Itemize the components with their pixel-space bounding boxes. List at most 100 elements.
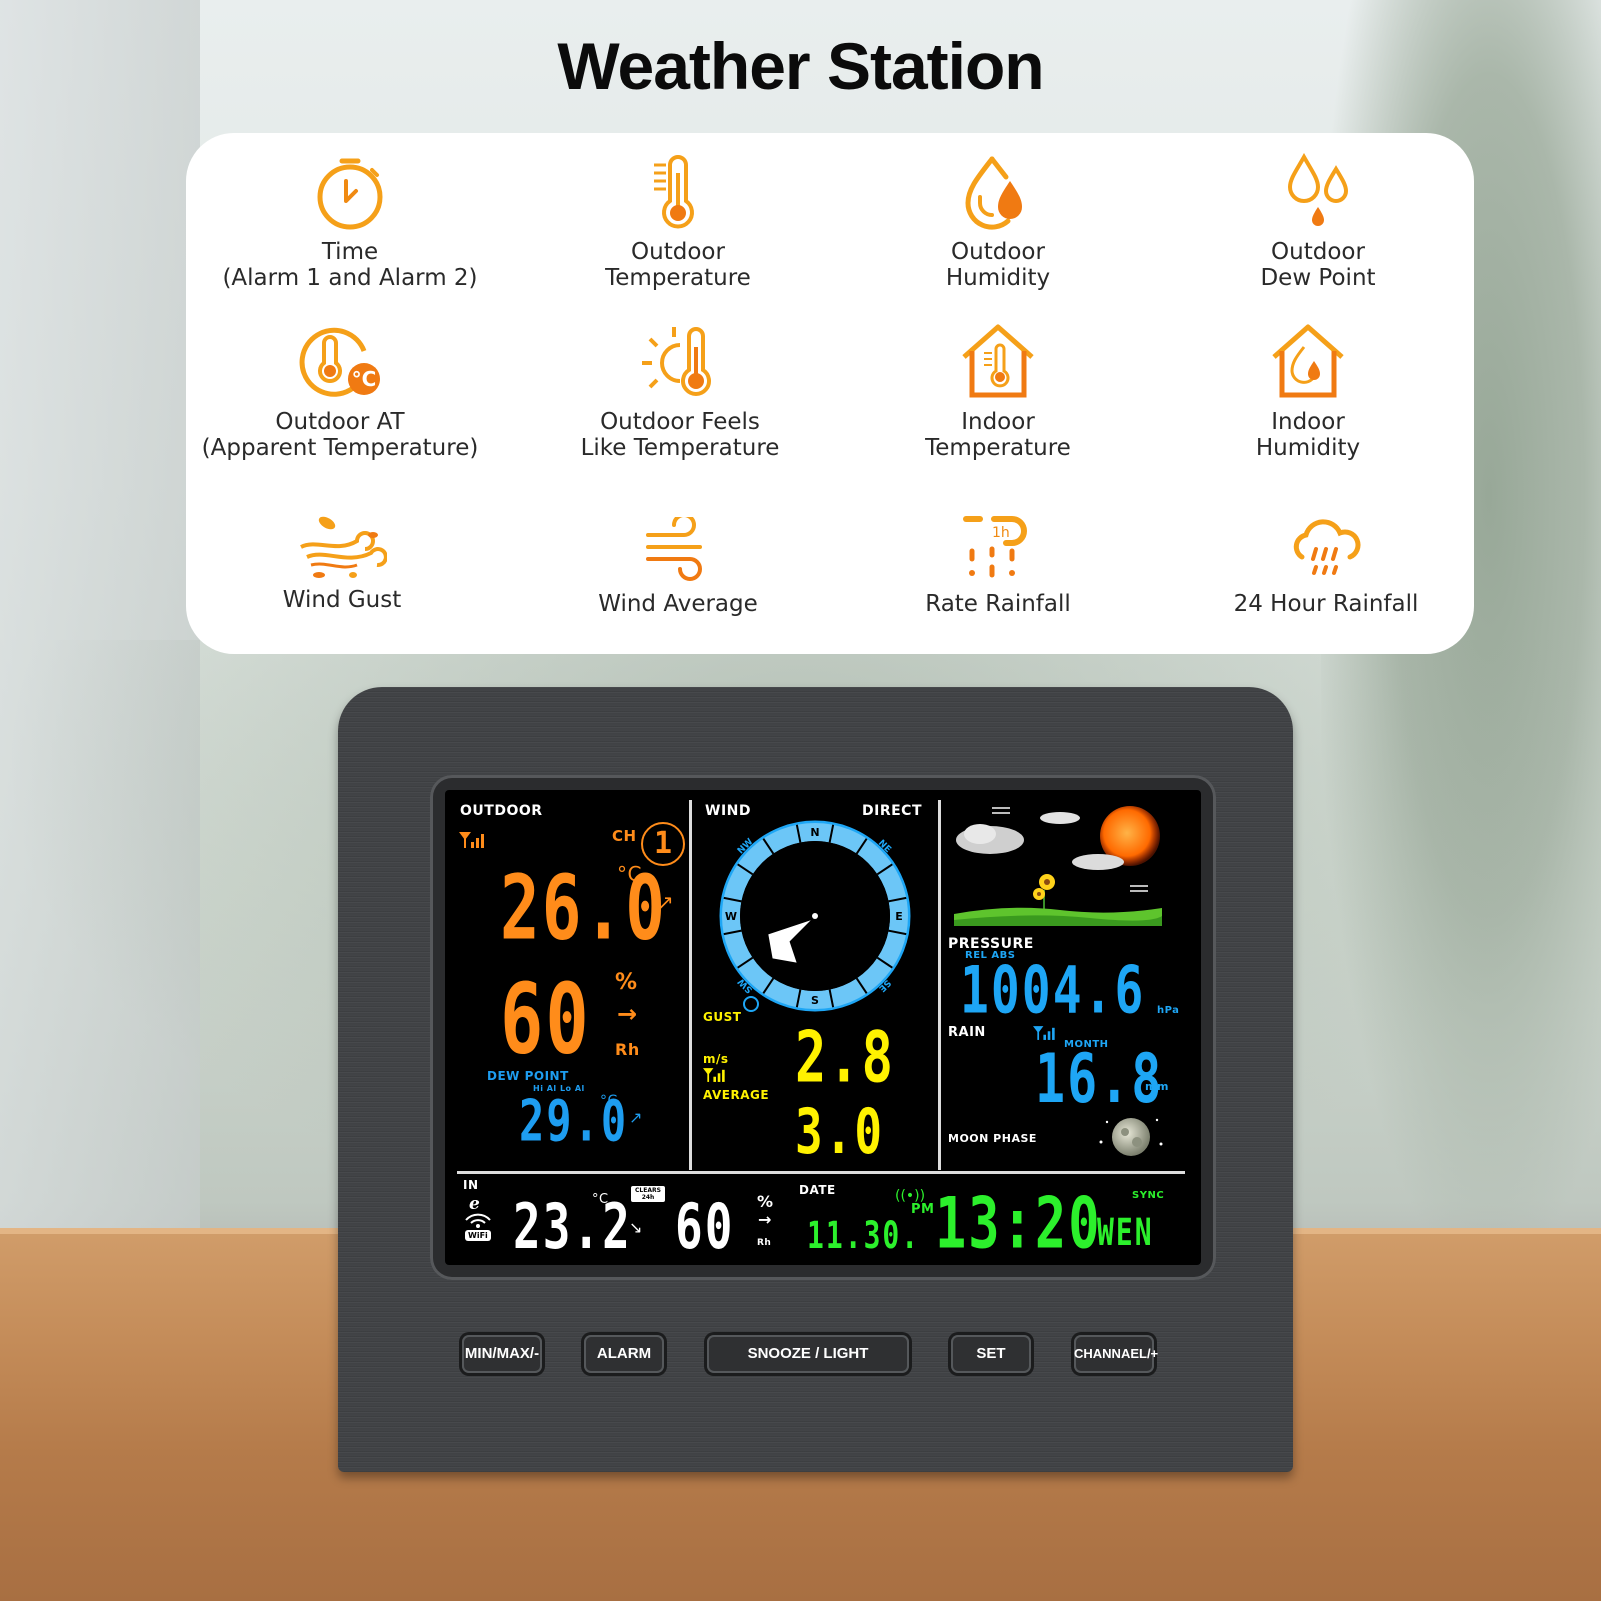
signal-icon [1033,1026,1055,1040]
feature-rate-rainfall: 1h Rate Rainfall [838,513,1158,617]
trend-down-icon: ↘ [629,1218,643,1237]
feature-time: Time (Alarm 1 and Alarm 2) [190,153,510,291]
svg-text:1h: 1h [992,525,1010,541]
channel-button[interactable]: CHANNAEL/+ [1074,1335,1158,1373]
wind-label: WIND [705,803,751,819]
trend-up-icon: ↗ [629,1108,643,1127]
trend-steady-icon: → [617,1000,638,1028]
feature-label: Dew Point [1260,265,1376,291]
moon-phase-label: MOON PHASE [948,1132,1037,1145]
indoor-temperature: 23.2 [513,1190,632,1263]
minmax-button[interactable]: MIN/MAX/- [462,1335,542,1373]
feature-label: Outdoor AT [275,409,405,435]
date-label: DATE [799,1183,836,1197]
feature-feels-like: Outdoor Feels Like Temperature [520,323,840,461]
signal-icon [703,1068,725,1082]
outdoor-label: OUTDOOR [460,803,543,819]
feature-label: Temperature [925,435,1071,461]
indoor-humidity: 60 [675,1190,735,1263]
divider [689,800,692,1170]
feature-panel: Time (Alarm 1 and Alarm 2) Outdoor Tempe… [186,133,1474,654]
sunny-cloudy-icon [954,806,1162,926]
rain-label: RAIN [948,1025,986,1040]
trend-up-icon: ↗ [657,890,674,914]
indoor-humidity-unit: % [757,1192,774,1211]
temp-unit: °C [617,862,642,886]
feature-label: (Alarm 1 and Alarm 2) [222,265,478,291]
compass-label-s: S [811,994,819,1007]
feature-24h-rainfall: 24 Hour Rainfall [1166,513,1486,617]
rain-cloud-icon [1293,519,1361,575]
lcd-screen: OUTDOOR CH 1 26.0 °C ↗ 60 % → Rh DEW POI… [445,790,1201,1265]
feature-outdoor-temperature: Outdoor Temperature [518,153,838,291]
wind-icon [646,517,702,581]
internet-icon: e [469,1194,480,1214]
feature-label: Wind Gust [282,587,402,613]
dew-point-label: DEW POINT [487,1069,569,1083]
screen-bezel: OUTDOOR CH 1 26.0 °C ↗ 60 % → Rh DEW POI… [430,775,1216,1280]
feature-label: Indoor [961,409,1035,435]
humidity-suffix: Rh [615,1040,640,1059]
date-value: 11.30. [807,1213,921,1258]
feature-outdoor-dew-point: Outdoor Dew Point [1158,153,1478,291]
svg-text:°C: °C [352,367,377,391]
feature-indoor-temperature: Indoor Temperature [838,323,1158,461]
wind-leaves-icon [300,516,387,578]
house-drop-icon [1272,324,1344,398]
feature-label: Rate Rainfall [925,591,1071,617]
snooze-light-button[interactable]: SNOOZE / LIGHT [707,1335,909,1373]
feature-label: Time [321,239,379,265]
wind-average-value: 3.0 [795,1095,885,1168]
wind-direction-label: DIRECT [862,803,922,819]
trend-steady-icon: → [758,1210,772,1229]
dew-unit: °C [600,1093,618,1109]
wifi-badge: WiFi [465,1230,491,1241]
feature-label: (Apparent Temperature) [201,435,479,461]
house-thermometer-icon [962,324,1034,398]
feature-label: Outdoor [1271,239,1365,265]
sync-label: SYNC [1132,1190,1165,1201]
wifi-icon [465,1213,491,1228]
weekday: WEN [1097,1210,1154,1255]
set-button[interactable]: SET [951,1335,1031,1373]
clears-badge: CLEARS 24h [631,1186,665,1202]
indoor-humidity-suffix: Rh [757,1238,772,1248]
compass-label-w: W [725,910,737,923]
rain-unit: mm [1145,1080,1169,1093]
compass-label-n: N [810,826,819,839]
outdoor-humidity: 60 [500,962,591,1076]
page-title: Weather Station [557,29,1044,103]
wind-compass: NNEESESSWWNW [719,820,911,1012]
alarm-button[interactable]: ALARM [584,1335,664,1373]
feature-label: Outdoor [951,239,1045,265]
alarm-icon [743,996,759,1012]
rain-rate-icon: 1h [963,516,1027,578]
wind-gust-value: 2.8 [795,1018,895,1099]
channel-label: CH [612,827,637,845]
feature-label: Indoor [1271,409,1345,435]
feature-label: Temperature [605,265,751,291]
full-moon-icon [1099,1118,1163,1156]
signal-icon [459,832,484,848]
feature-apparent-temperature: °C Outdoor AT (Apparent Temperature) [180,323,500,461]
feature-label: Outdoor Feels [600,409,760,435]
stopwatch-icon [317,158,383,230]
compass-label-e: E [895,910,903,923]
divider [457,1171,1185,1174]
ampm-indicator: PM [911,1202,935,1217]
apparent-temperature-icon: °C [299,327,380,397]
divider [938,800,941,1170]
feature-outdoor-humidity: Outdoor Humidity [838,153,1158,291]
feature-wind-average: Wind Average [518,517,838,617]
humidity-unit: % [615,970,638,995]
indoor-temp-unit: °C [592,1192,609,1207]
feature-label: Wind Average [598,591,758,617]
clock-time: 13:20 [935,1184,1102,1265]
feature-label: 24 Hour Rainfall [1233,591,1419,617]
pressure-unit: hPa [1157,1005,1180,1016]
gust-label: GUST [703,1010,742,1024]
weather-station-device: OUTDOOR CH 1 26.0 °C ↗ 60 % → Rh DEW POI… [338,687,1293,1472]
wind-unit: m/s [703,1052,729,1066]
dew-drops-icon [1287,153,1349,226]
average-label: AVERAGE [703,1088,770,1102]
